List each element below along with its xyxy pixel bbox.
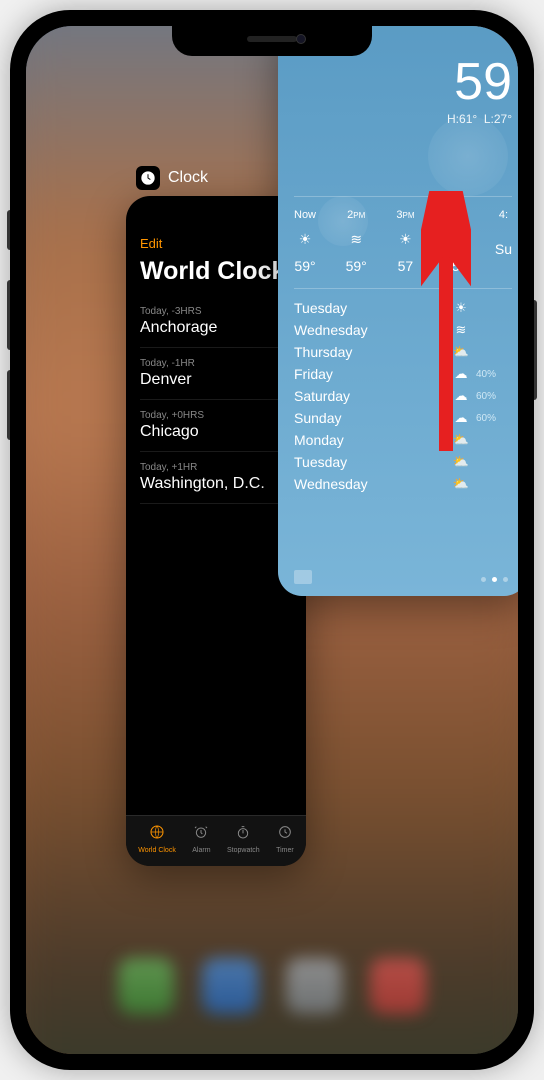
world-clock-item[interactable]: Today, +0HRS Chicago	[140, 400, 292, 452]
screen: Clock Edit World Clock Today, -3HRS Anch…	[26, 26, 518, 1054]
tab-stopwatch[interactable]: Stopwatch	[227, 824, 260, 854]
daily-item: Monday ⛅	[294, 429, 512, 451]
instruction-arrow-icon	[421, 191, 471, 461]
volume-up-button	[7, 280, 10, 350]
tab-alarm[interactable]: Alarm	[192, 824, 210, 854]
hourly-item: Now ☀ 59°	[294, 209, 316, 274]
hourly-temp: Su	[495, 241, 512, 257]
weather-channel-logo	[294, 570, 312, 584]
world-clock-item[interactable]: Today, -1HR Denver 1	[140, 348, 292, 400]
page-title: World Clock	[140, 257, 292, 286]
world-clock-icon	[149, 824, 165, 845]
daily-item: Sunday ☁ 60%	[294, 407, 512, 429]
weather-icon: ☀	[399, 231, 412, 248]
hourly-time: 3PM	[396, 209, 414, 221]
tab-world-clock[interactable]: World Clock	[138, 824, 176, 854]
hourly-time: 4:	[499, 209, 508, 221]
daily-item: Tuesday ⛅	[294, 451, 512, 473]
daily-item: Wednesday ≋	[294, 319, 512, 341]
alarm-icon	[193, 824, 209, 845]
hi-lo-temps: H:61° L:27°	[294, 112, 512, 126]
lens-flare	[428, 116, 508, 196]
weather-icon: ☀	[299, 231, 312, 248]
daily-item: Wednesday ⛅	[294, 473, 512, 495]
low-temp: L:27°	[484, 112, 512, 126]
precipitation-chance: 60%	[476, 413, 512, 424]
weather-app: 59 H:61° L:27° Now ☀ 59°2PM ≋ 59°3PM ☀ 5…	[278, 26, 518, 596]
hourly-temp: 59°	[346, 258, 367, 274]
tab-label: World Clock	[138, 847, 176, 854]
tab-timer[interactable]: Timer	[276, 824, 294, 854]
daily-item: Thursday ⛅	[294, 341, 512, 363]
precipitation-chance: 60%	[476, 391, 512, 402]
time-offset: Today, -1HR	[140, 358, 195, 369]
app-switcher-card-header: Clock	[136, 166, 208, 190]
edit-button[interactable]: Edit	[140, 236, 292, 251]
hourly-temp: 59°	[294, 258, 315, 274]
volume-down-button	[7, 370, 10, 440]
tab-label: Stopwatch	[227, 847, 260, 854]
phone-frame: Clock Edit World Clock Today, -3HRS Anch…	[10, 10, 534, 1070]
side-button	[534, 300, 537, 400]
lens-flare	[318, 196, 368, 246]
speaker	[247, 36, 297, 42]
daily-item: Tuesday ☀	[294, 297, 512, 319]
current-temperature: 59	[294, 56, 512, 108]
hourly-time: Now	[294, 209, 316, 221]
day-name: Wednesday	[294, 476, 446, 492]
precipitation-chance: 40%	[476, 369, 512, 380]
app-card-weather[interactable]: 59 H:61° L:27° Now ☀ 59°2PM ≋ 59°3PM ☀ 5…	[278, 26, 518, 596]
high-temp: H:61°	[447, 112, 477, 126]
daily-item: Friday ☁ 40%	[294, 363, 512, 385]
silent-switch	[7, 210, 10, 250]
page-dot-current	[492, 577, 497, 582]
hourly-temp: 57	[398, 258, 414, 274]
page-indicator[interactable]	[481, 577, 508, 582]
tab-bar: World Clock Alarm Stopwatch Timer	[126, 815, 306, 866]
city-name: Denver	[140, 371, 195, 389]
tab-label: Alarm	[192, 847, 210, 854]
app-switcher-card-title: Clock	[168, 169, 208, 187]
hourly-item: 3PM ☀ 57	[396, 209, 414, 274]
daily-item: Saturday ☁ 60%	[294, 385, 512, 407]
daily-forecast[interactable]: Tuesday ☀ Wednesday ≋ Thursday ⛅ Friday …	[294, 288, 512, 495]
city-name: Washington, D.C.	[140, 475, 265, 493]
page-dot	[481, 577, 486, 582]
weather-icon: ⛅	[446, 476, 476, 492]
stopwatch-icon	[235, 824, 251, 845]
world-clock-item[interactable]: Today, +1HR Washington, D.C.	[140, 452, 292, 504]
app-switcher[interactable]: Clock Edit World Clock Today, -3HRS Anch…	[26, 26, 518, 1054]
front-camera	[296, 34, 306, 44]
world-clock-item[interactable]: Today, -3HRS Anchorage 1	[140, 296, 292, 348]
city-name: Anchorage	[140, 319, 217, 337]
time-offset: Today, +1HR	[140, 462, 265, 473]
tab-label: Timer	[276, 847, 294, 854]
page-dot	[503, 577, 508, 582]
timer-icon	[277, 824, 293, 845]
hourly-item: 4: Su	[495, 209, 512, 274]
time-offset: Today, +0HRS	[140, 410, 204, 421]
notch	[172, 26, 372, 56]
clock-app-icon	[136, 166, 160, 190]
time-offset: Today, -3HRS	[140, 306, 217, 317]
city-name: Chicago	[140, 423, 204, 441]
